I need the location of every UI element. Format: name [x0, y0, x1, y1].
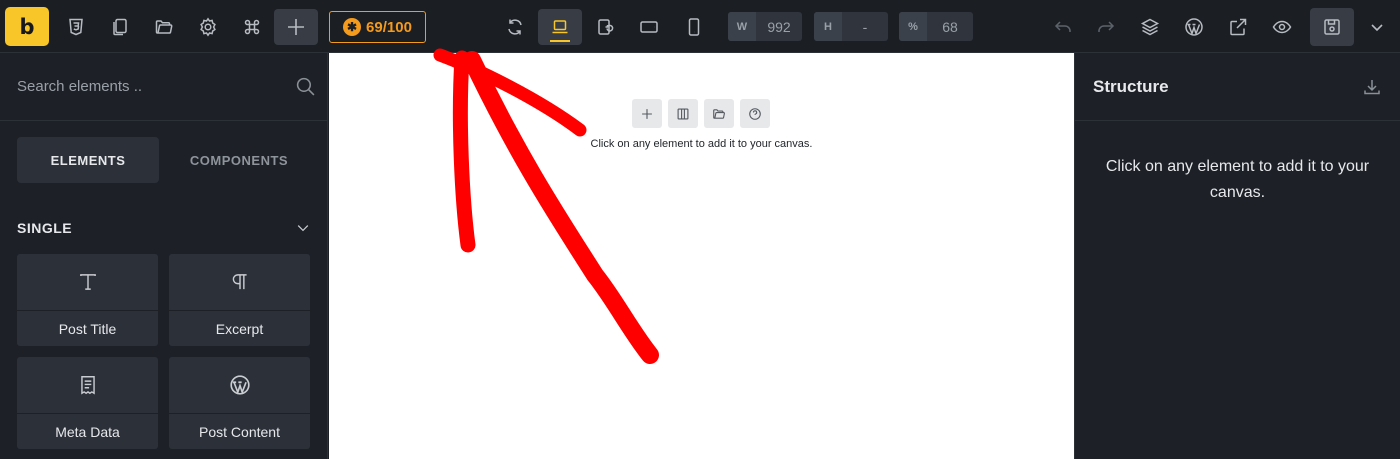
- pilcrow-icon: [169, 254, 310, 311]
- redo-icon[interactable]: [1088, 9, 1124, 45]
- height-value[interactable]: -: [842, 12, 888, 41]
- element-label: Meta Data: [55, 424, 120, 440]
- element-label: Post Content: [199, 424, 280, 440]
- builder-canvas[interactable]: Click on any element to add it to your c…: [329, 53, 1074, 459]
- undo-icon[interactable]: [1045, 9, 1081, 45]
- tab-components[interactable]: COMPONENTS: [168, 137, 310, 183]
- settings-gear-icon[interactable]: [190, 9, 226, 45]
- seo-score-badge[interactable]: ✱ 69/100: [329, 11, 426, 43]
- zoom-label: %: [899, 12, 927, 41]
- search-input[interactable]: [17, 75, 287, 97]
- insert-template-folder-icon[interactable]: [704, 99, 734, 128]
- chevron-down-icon[interactable]: [1366, 9, 1388, 45]
- layers-icon[interactable]: [1132, 9, 1168, 45]
- structure-empty-message: Click on any element to add it to your c…: [1105, 158, 1370, 201]
- bricks-logo[interactable]: b: [5, 7, 49, 46]
- height-label: H: [814, 12, 842, 41]
- wordpress-icon: [169, 357, 310, 414]
- element-card-meta-data[interactable]: Meta Data: [17, 357, 158, 449]
- element-label: Post Title: [58, 321, 117, 337]
- help-question-icon[interactable]: [740, 99, 770, 128]
- mobile-portrait-icon[interactable]: [676, 9, 712, 45]
- wordpress-icon[interactable]: [1176, 9, 1212, 45]
- canvas-toolbar: [632, 99, 770, 128]
- command-palette-icon[interactable]: [234, 9, 270, 45]
- element-card-excerpt[interactable]: Excerpt: [169, 254, 310, 346]
- open-external-icon[interactable]: [1220, 9, 1256, 45]
- search-row: [0, 53, 327, 121]
- structure-header: Structure: [1075, 53, 1400, 121]
- zoom-field[interactable]: % 68: [899, 12, 973, 41]
- section-title: SINGLE: [17, 220, 73, 236]
- search-icon[interactable]: [295, 76, 316, 97]
- top-toolbar: b ✱ 69/100 W 992 H - % 68: [0, 0, 1400, 53]
- receipt-icon: [17, 357, 158, 414]
- structure-title: Structure: [1093, 77, 1169, 96]
- width-label: W: [728, 12, 756, 41]
- section-single-header[interactable]: SINGLE: [17, 218, 311, 238]
- download-icon[interactable]: [1362, 77, 1382, 97]
- element-label: Excerpt: [215, 321, 264, 337]
- add-element-button[interactable]: [274, 9, 318, 45]
- score-icon: ✱: [343, 18, 362, 36]
- chevron-down-icon[interactable]: [295, 220, 311, 236]
- rotate-device-icon[interactable]: [587, 9, 623, 45]
- css-icon[interactable]: [58, 9, 94, 45]
- element-card-post-title[interactable]: Post Title: [17, 254, 158, 346]
- height-field[interactable]: H -: [814, 12, 888, 41]
- pages-icon[interactable]: [102, 9, 138, 45]
- tablet-landscape-icon[interactable]: [631, 9, 667, 45]
- refresh-icon[interactable]: [497, 9, 533, 45]
- structure-panel: Structure Click on any element to add it…: [1074, 53, 1400, 459]
- desktop-breakpoint-button[interactable]: [538, 9, 582, 45]
- layout-columns-icon[interactable]: [668, 99, 698, 128]
- score-value: 69/100: [366, 18, 412, 36]
- preview-eye-icon[interactable]: [1264, 9, 1300, 45]
- canvas-hint: Click on any element to add it to your c…: [590, 138, 813, 150]
- tab-elements[interactable]: ELEMENTS: [17, 137, 159, 183]
- templates-folder-icon[interactable]: [146, 9, 182, 45]
- elements-panel: ELEMENTS COMPONENTS SINGLE Post Title Ex…: [0, 53, 328, 459]
- element-card-post-content[interactable]: Post Content: [169, 357, 310, 449]
- width-value[interactable]: 992: [756, 12, 802, 41]
- save-button[interactable]: [1310, 8, 1354, 46]
- zoom-value[interactable]: 68: [927, 12, 973, 41]
- width-field[interactable]: W 992: [728, 12, 802, 41]
- add-section-plus-icon[interactable]: [632, 99, 662, 128]
- text-t-icon: [17, 254, 158, 311]
